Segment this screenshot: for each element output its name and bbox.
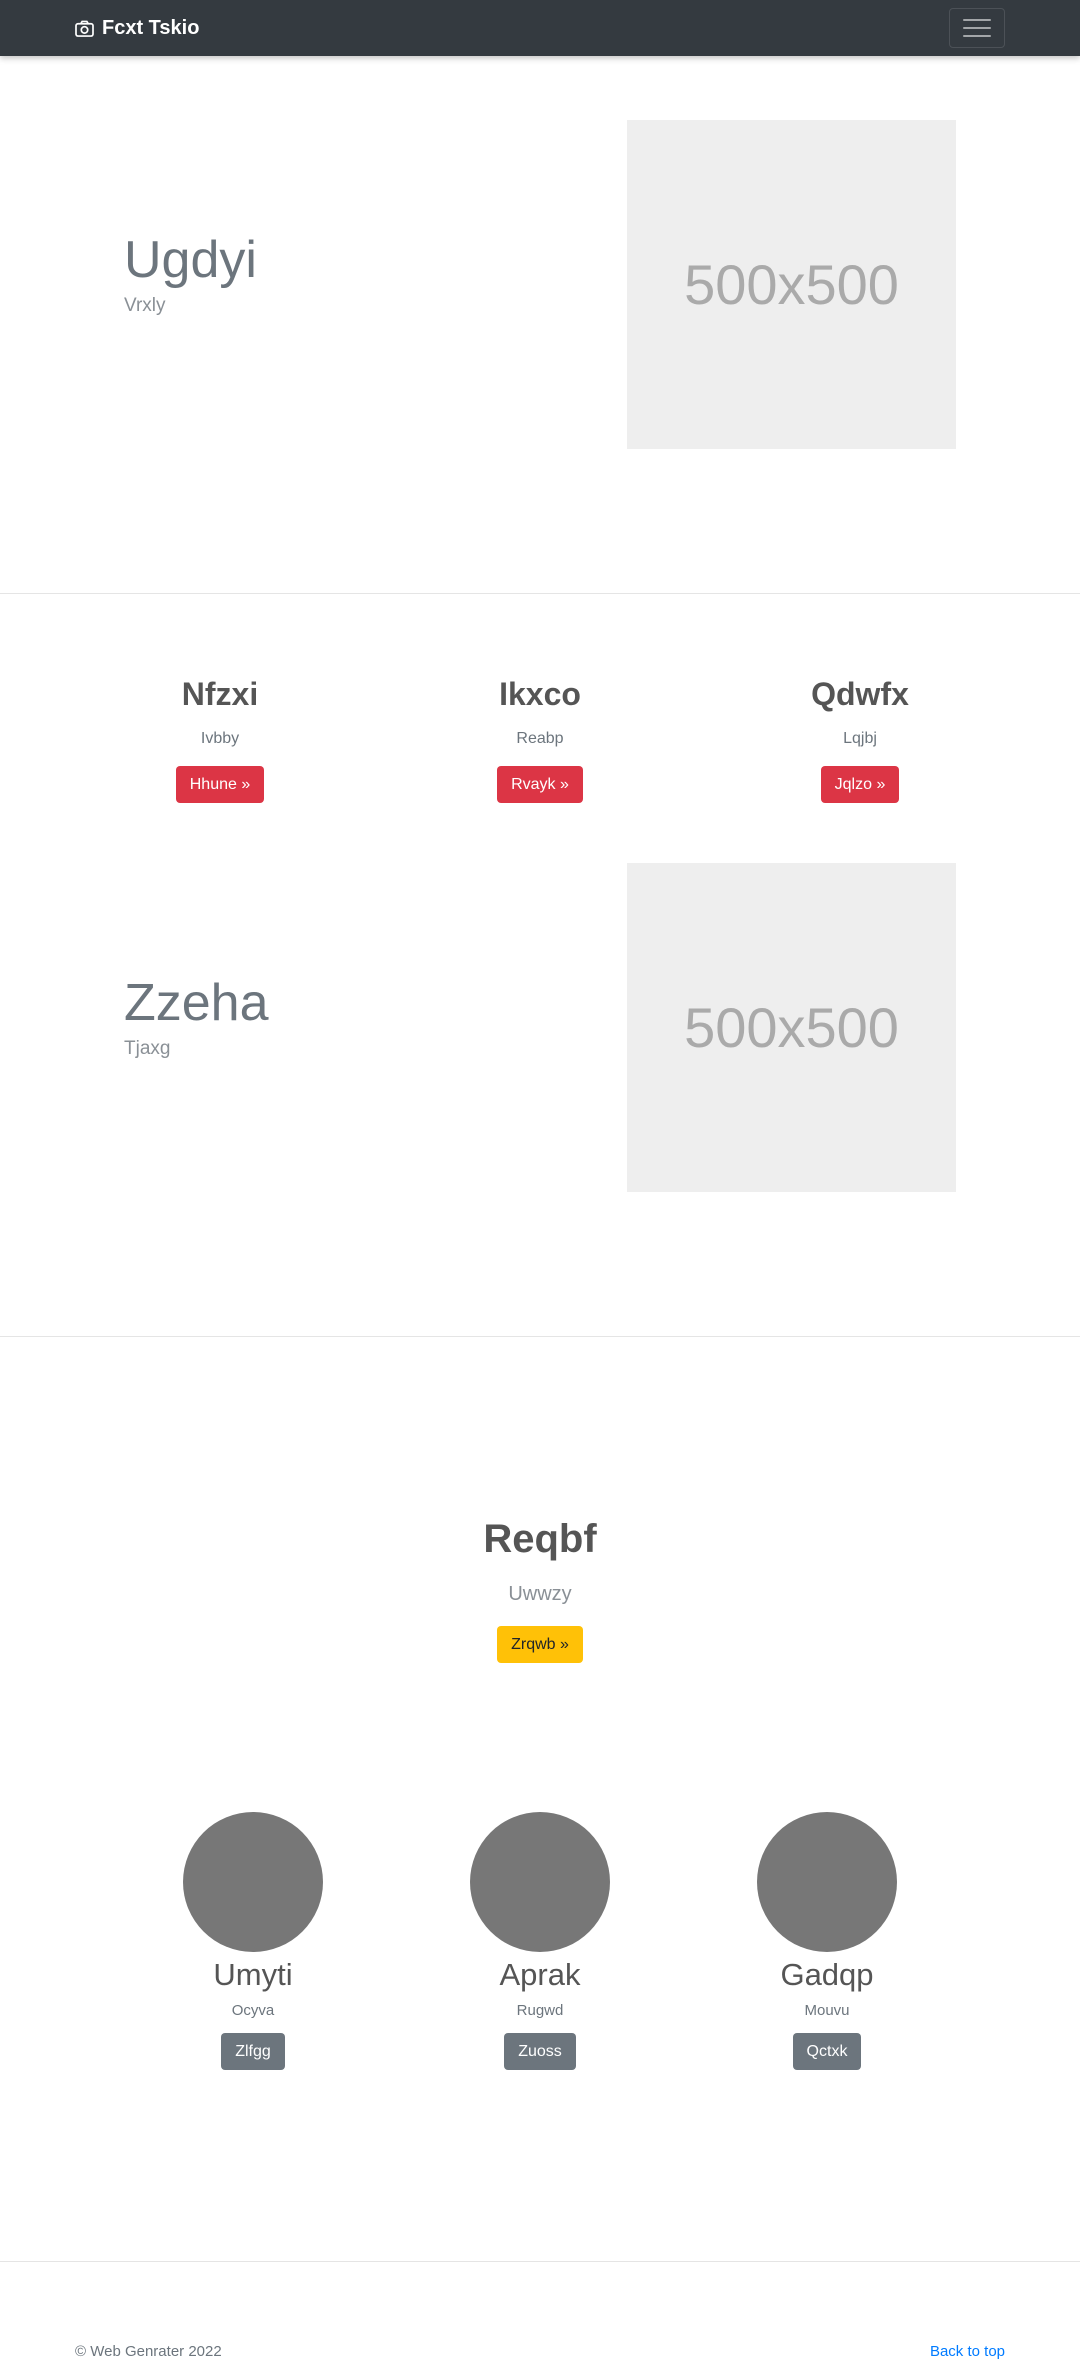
footer-copyright: © Web Genrater 2022 — [75, 2343, 222, 2360]
hero1-subtitle: Vrxly — [124, 295, 166, 316]
section-divider — [0, 593, 1080, 594]
feature-text: Reabp — [516, 730, 564, 747]
feature-text: Ivbby — [200, 730, 240, 747]
hero2-image-placeholder: 500x500 — [627, 863, 956, 1192]
brand-name: Fcxt Tskio — [102, 16, 200, 39]
feature-column: Ikxco Reabp Rvayk » — [390, 678, 690, 803]
team-member-name: Aprak — [499, 1957, 581, 1992]
cta-title: Reqbf — [483, 1517, 597, 1561]
navbar: Fcxt Tskio — [0, 0, 1080, 56]
feature-column: Nfzxi Ivbby Hhune » — [70, 678, 370, 803]
back-to-top-link[interactable]: Back to top — [930, 2343, 1005, 2360]
camera-icon — [75, 20, 94, 37]
team-member-name: Gadqp — [780, 1957, 874, 1992]
hero1-image-placeholder: 500x500 — [627, 120, 956, 449]
team-member-name: Umyti — [213, 1957, 293, 1992]
team-member-button[interactable]: Zlfgg — [221, 2033, 285, 2071]
feature-button[interactable]: Jqlzo » — [820, 766, 900, 803]
navbar-toggler-button[interactable] — [949, 8, 1005, 48]
feature-text: Lqjbj — [843, 730, 877, 747]
avatar — [470, 1812, 610, 1952]
feature-column: Qdwfx Lqjbj Jqlzo » — [710, 678, 1010, 803]
team-member-role: Ocyva — [231, 2002, 275, 2020]
cta-section: Reqbf Uwwzy Zrqwb » — [0, 1519, 1080, 1663]
footer-divider — [0, 2261, 1080, 2262]
section-divider — [0, 1336, 1080, 1337]
feature-title: Qdwfx — [811, 676, 909, 712]
feature-button[interactable]: Hhune » — [175, 766, 265, 803]
hero2-image-label: 500x500 — [684, 996, 899, 1059]
hero2-subtitle: Tjaxg — [124, 1038, 171, 1059]
navbar-brand[interactable]: Fcxt Tskio — [75, 15, 199, 41]
team-member-button[interactable]: Zuoss — [504, 2033, 576, 2071]
team-member-role: Mouvu — [804, 2002, 850, 2020]
team-member-role: Rugwd — [516, 2002, 564, 2020]
cta-subtitle: Uwwzy — [508, 1583, 572, 1605]
feature-button[interactable]: Rvayk » — [497, 766, 583, 803]
hero1-image-label: 500x500 — [684, 253, 899, 316]
feature-title: Nfzxi — [181, 676, 259, 712]
team-member: Aprak Rugwd Zuoss — [420, 1812, 660, 2071]
hero1-title: Ugdyi — [124, 231, 257, 289]
feature-title: Ikxco — [499, 676, 581, 712]
team-member-button[interactable]: Qctxk — [792, 2033, 862, 2071]
avatar — [183, 1812, 323, 1952]
hamburger-menu-icon — [963, 19, 991, 21]
team-member: Gadqp Mouvu Qctxk — [707, 1812, 947, 2071]
cta-button[interactable]: Zrqwb » — [497, 1626, 583, 1663]
avatar — [757, 1812, 897, 1952]
team-member: Umyti Ocyva Zlfgg — [133, 1812, 373, 2071]
hero2-title: Zzeha — [124, 974, 269, 1032]
